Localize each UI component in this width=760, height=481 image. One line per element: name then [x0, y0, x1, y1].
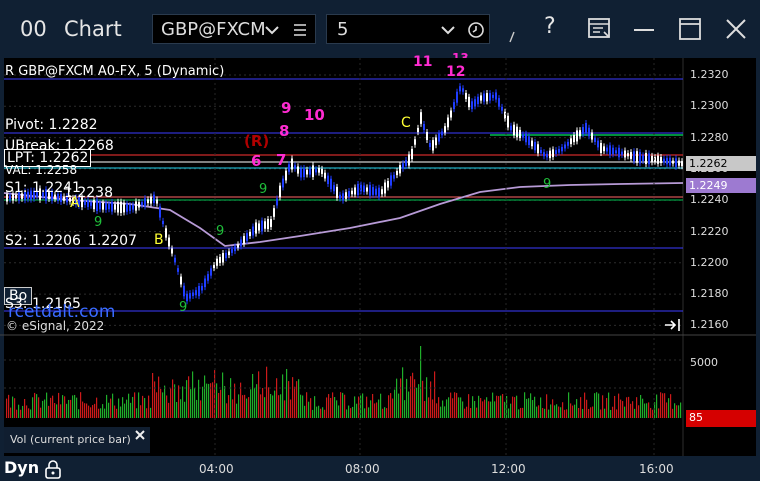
chart-header: R GBP@FXCM A0-FX, 5 (Dynamic)	[5, 64, 224, 80]
last-price-tag: 1.2262	[686, 156, 756, 171]
interval-selector[interactable]: 5	[326, 14, 490, 44]
ma-price-tag: 1.2249	[686, 178, 756, 193]
menu-icon[interactable]	[293, 23, 307, 37]
marker-8: 8	[279, 122, 290, 140]
chevron-down-icon[interactable]	[265, 25, 279, 35]
marker-13: 13	[452, 51, 469, 58]
price-axis-label: 1.2160	[690, 318, 729, 332]
volume-axis-label: 5000	[690, 356, 718, 369]
time-label-0400: 04:00	[199, 462, 234, 476]
s2-extra-label: 1.2207	[88, 233, 137, 249]
val-label: VAL: 1.2258	[5, 164, 78, 174]
price-axis-label: 1.2300	[690, 99, 729, 113]
minimize-icon[interactable]	[634, 28, 654, 32]
time-label-1200: 12:00	[491, 462, 526, 476]
marker-7: 7	[276, 151, 287, 169]
close-icon[interactable]	[725, 18, 747, 40]
marker-6: 6	[251, 152, 262, 170]
interval-value: 5	[337, 19, 349, 40]
volume-panel-text: Vol (current price bar)	[10, 433, 131, 446]
marker-12: 12	[446, 64, 466, 80]
green-9-e: 9	[94, 215, 103, 230]
help-icon[interactable]: ?	[544, 14, 556, 39]
marker-r: (R)	[244, 132, 270, 150]
copyright: © eSignal, 2022	[6, 319, 105, 333]
maximize-icon[interactable]	[679, 18, 701, 40]
lock-icon[interactable]	[44, 459, 62, 479]
time-label-0800: 08:00	[345, 462, 380, 476]
chart-area[interactable]: R GBP@FXCM A0-FX, 5 (Dynamic) Pivot: 1.2…	[0, 51, 760, 456]
header-description: A0-FX, 5 (Dynamic)	[97, 64, 225, 79]
mode-label[interactable]: Dyn	[4, 458, 39, 477]
marker-c: C	[401, 115, 411, 131]
scroll-right-icon	[665, 320, 677, 330]
green-9-c: 9	[543, 177, 552, 192]
header-symbol: GBP@FXCM	[18, 64, 94, 79]
clock-icon[interactable]	[467, 21, 485, 39]
marker-11: 11	[413, 54, 433, 70]
price-axis-label: 1.2220	[690, 224, 729, 238]
green-9-b: 9	[259, 182, 268, 197]
title-bar: 00 Chart GBP@FXCM 5 ?	[0, 0, 760, 58]
chevron-down-icon[interactable]	[441, 25, 455, 35]
pivot-label: Pivot: 1.2282	[5, 117, 98, 133]
price-axis-label: 1.2320	[690, 68, 729, 81]
marker-10: 10	[304, 106, 325, 124]
layout-icon[interactable]	[588, 18, 612, 40]
symbol-value: GBP@FXCM	[161, 19, 266, 40]
window-title: Chart	[64, 17, 122, 41]
price-axis-label: 1.2240	[690, 193, 729, 207]
green-9-a: 9	[216, 224, 225, 239]
price-chart[interactable]	[0, 58, 760, 456]
header-prefix: R	[5, 64, 15, 79]
volume-panel-label: Vol (current price bar)	[4, 427, 150, 453]
marker-b: B	[154, 232, 164, 248]
app-icon: 00	[20, 17, 47, 41]
price-axis-label: 1.2200	[690, 255, 729, 269]
price-axis-label: 1.2180	[690, 287, 729, 301]
s2-label: S2: 1.2206	[5, 233, 81, 249]
close-icon[interactable]	[134, 429, 146, 441]
price-axis-label: 1.2280	[690, 130, 729, 144]
draw-tool-icon[interactable]	[508, 30, 518, 44]
marker-9: 9	[281, 99, 292, 117]
symbol-selector[interactable]: GBP@FXCM	[152, 14, 316, 44]
time-label-1600: 16:00	[639, 462, 674, 476]
volume-tag: 85	[686, 410, 756, 427]
marker-a: A	[70, 195, 80, 211]
green-9-d: 9	[179, 300, 188, 315]
